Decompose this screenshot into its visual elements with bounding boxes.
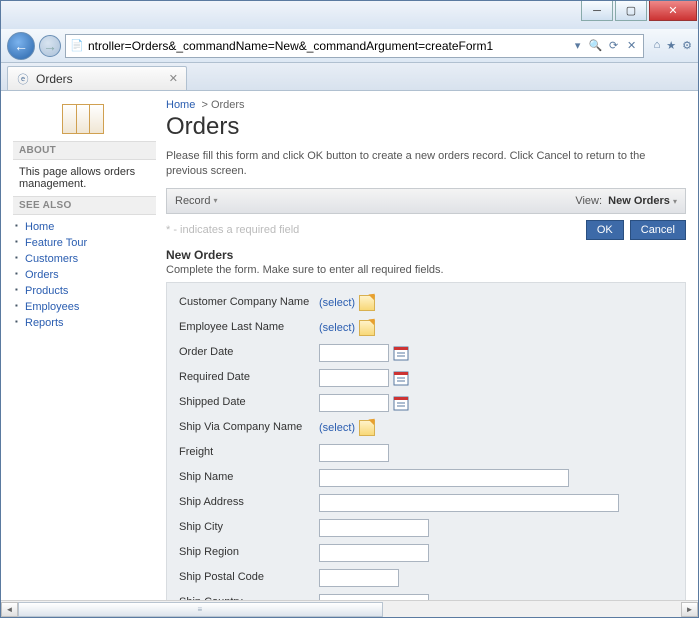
scroll-thumb[interactable]: ≡ [18, 602, 383, 617]
shipvia-select[interactable]: (select) [319, 422, 355, 434]
page-viewport: ABOUT This page allows orders management… [1, 91, 698, 617]
order-date-input[interactable] [319, 344, 389, 362]
seealso-header: SEE ALSO [13, 196, 156, 215]
tab-bar: ⓔ Orders ✕ [1, 63, 698, 91]
browser-navbar: ← → 📄 ▾ 🔍 ⟳ ✕ ⌂ ★ ⚙ [1, 29, 698, 63]
required-date-input[interactable] [319, 369, 389, 387]
label-ship-address: Ship Address [179, 496, 319, 509]
employee-select[interactable]: (select) [319, 322, 355, 334]
nav-home[interactable]: Home [25, 221, 54, 233]
search-icon[interactable]: 🔍 [589, 39, 603, 53]
freight-input[interactable] [319, 444, 389, 462]
calendar-icon[interactable] [393, 395, 409, 411]
lookup-icon[interactable] [359, 420, 375, 436]
seealso-list: Home Feature Tour Customers Orders Produ… [13, 215, 156, 335]
shipped-date-input[interactable] [319, 394, 389, 412]
tab-close-icon[interactable]: ✕ [169, 72, 178, 85]
label-freight: Freight [179, 446, 319, 459]
page-icon: 📄 [70, 39, 84, 53]
nav-feature-tour[interactable]: Feature Tour [25, 237, 87, 249]
label-employee: Employee Last Name [179, 321, 319, 334]
page-description: Please fill this form and click OK butto… [166, 149, 686, 180]
form-subtitle: Complete the form. Make sure to enter al… [166, 264, 686, 276]
nav-orders[interactable]: Orders [25, 269, 59, 281]
app-logo [13, 97, 153, 141]
cancel-button[interactable]: Cancel [630, 220, 686, 240]
label-ship-region: Ship Region [179, 546, 319, 559]
maximize-button[interactable]: ▢ [615, 1, 647, 21]
close-button[interactable]: ✕ [649, 1, 697, 21]
home-icon[interactable]: ⌂ [654, 39, 661, 52]
form-title: New Orders [166, 248, 686, 262]
required-hint: * - indicates a required field [166, 224, 580, 236]
ship-postal-input[interactable] [319, 569, 399, 587]
label-ship-via: Ship Via Company Name [179, 421, 319, 434]
ship-region-input[interactable] [319, 544, 429, 562]
label-order-date: Order Date [179, 346, 319, 359]
page-title: Orders [166, 113, 686, 141]
nav-customers[interactable]: Customers [25, 253, 78, 265]
label-ship-name: Ship Name [179, 471, 319, 484]
favorites-icon[interactable]: ★ [666, 39, 676, 52]
scroll-right-button[interactable]: ► [681, 602, 698, 617]
tools-icon[interactable]: ⚙ [682, 39, 692, 52]
chevron-down-icon: ▾ [213, 196, 217, 205]
ship-city-input[interactable] [319, 519, 429, 537]
calendar-icon[interactable] [393, 370, 409, 386]
nav-reports[interactable]: Reports [25, 317, 64, 329]
forward-button[interactable]: → [39, 35, 61, 57]
ok-button[interactable]: OK [586, 220, 624, 240]
window-titlebar: ─ ▢ ✕ [1, 1, 698, 29]
refresh-icon[interactable]: ⟳ [607, 39, 621, 53]
ship-name-input[interactable] [319, 469, 569, 487]
stop-icon[interactable]: ✕ [625, 39, 639, 53]
lookup-icon[interactable] [359, 320, 375, 336]
about-text: This page allows orders management. [13, 160, 156, 196]
nav-employees[interactable]: Employees [25, 301, 79, 313]
view-toolbar: Record▾ View: New Orders ▾ [166, 188, 686, 214]
url-input[interactable] [88, 39, 567, 53]
label-shipped-date: Shipped Date [179, 396, 319, 409]
minimize-button[interactable]: ─ [581, 1, 613, 21]
browser-tab[interactable]: ⓔ Orders ✕ [7, 66, 187, 90]
record-menu[interactable]: Record▾ [175, 195, 217, 207]
calendar-icon[interactable] [393, 345, 409, 361]
nav-products[interactable]: Products [25, 285, 68, 297]
scroll-left-button[interactable]: ◄ [1, 602, 18, 617]
view-selector[interactable]: View: New Orders ▾ [575, 195, 677, 207]
label-customer: Customer Company Name [179, 296, 319, 309]
about-header: ABOUT [13, 141, 156, 160]
breadcrumb-current: Orders [211, 99, 245, 111]
label-required-date: Required Date [179, 371, 319, 384]
back-button[interactable]: ← [7, 32, 35, 60]
ship-address-input[interactable] [319, 494, 619, 512]
tab-title: Orders [36, 72, 73, 86]
address-bar[interactable]: 📄 ▾ 🔍 ⟳ ✕ [65, 34, 644, 58]
label-ship-postal: Ship Postal Code [179, 571, 319, 584]
customer-select[interactable]: (select) [319, 297, 355, 309]
breadcrumb-home[interactable]: Home [166, 99, 195, 111]
ie-icon: ⓔ [16, 72, 30, 86]
breadcrumb: Home > Orders [166, 97, 686, 113]
dropdown-icon[interactable]: ▾ [571, 39, 585, 53]
chevron-down-icon: ▾ [673, 197, 677, 206]
lookup-icon[interactable] [359, 295, 375, 311]
form-panel: Customer Company Name (select) Employee … [166, 282, 686, 617]
horizontal-scrollbar[interactable]: ◄ ≡ ► [1, 600, 698, 617]
label-ship-city: Ship City [179, 521, 319, 534]
